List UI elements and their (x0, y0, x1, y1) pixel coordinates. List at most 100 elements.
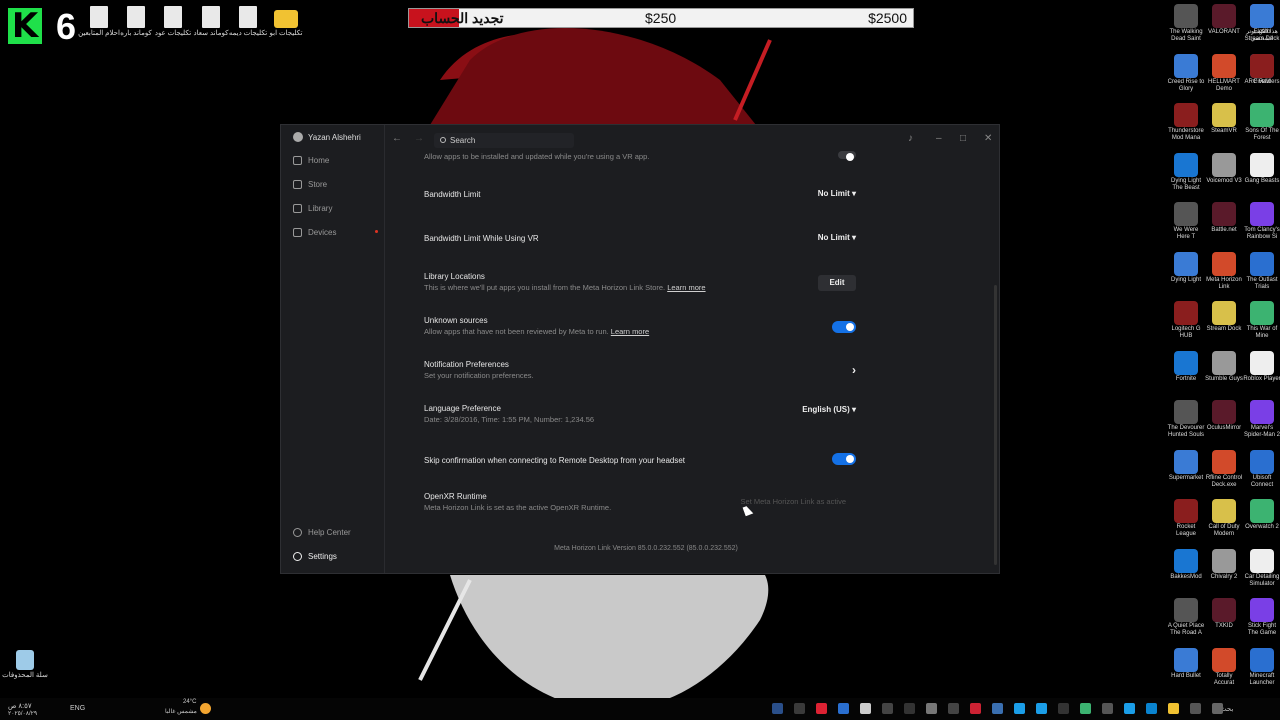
language-indicator[interactable]: ENG (70, 705, 85, 712)
desktop-shortcut[interactable]: VALORANT (1205, 4, 1243, 36)
sidebar-item-settings[interactable]: Settings (293, 549, 337, 563)
taskbar-app-icon[interactable] (882, 703, 893, 714)
sidebar-item-library[interactable]: Library (293, 201, 332, 215)
taskbar-app-icon[interactable] (1102, 703, 1113, 714)
library-icon (293, 203, 302, 213)
minimize-icon[interactable]: – (936, 133, 942, 145)
back-arrow-icon[interactable]: ← (392, 133, 402, 145)
weather-temp[interactable]: 24°C (183, 699, 196, 705)
taskbar-app-icon[interactable] (838, 703, 849, 714)
taskbar-app-icon[interactable] (1168, 703, 1179, 714)
desktop-shortcut[interactable]: Gang Beasts (1243, 152, 1280, 185)
taskbar-app-icon[interactable] (1190, 703, 1201, 714)
desktop-shortcut[interactable]: Meta Horizon Link (1205, 251, 1243, 291)
desktop-shortcut[interactable]: TXKID (1205, 598, 1243, 630)
learn-more-link[interactable]: Learn more (611, 327, 649, 336)
desktop-shortcut[interactable]: BakkesMod (1167, 548, 1205, 581)
unknown-sources-toggle[interactable] (832, 321, 856, 333)
sidebar-item-label: Devices (308, 227, 337, 237)
desktop-shortcut[interactable]: Creed Rise to Glory (1167, 53, 1205, 93)
recycle-bin[interactable]: سلة المحذوفات (2, 650, 48, 680)
desktop-shortcut[interactable]: Stick Fight The Game (1243, 598, 1280, 637)
desktop-shortcut-label: We Were Here T (1173, 227, 1199, 240)
scrollbar[interactable] (994, 285, 997, 565)
desktop-shortcut[interactable]: Thunderstore Mod Mana (1167, 103, 1205, 142)
clock-date[interactable]: ٢٠٢٥/٠٨/٢٩ (8, 710, 37, 717)
forward-arrow-icon[interactable]: → (414, 133, 424, 145)
clock-time[interactable]: ٨:٥٧ ص (8, 702, 32, 710)
desktop-shortcut[interactable]: Sons Of The Forest (1243, 103, 1280, 142)
desktop-shortcut[interactable]: Chivalry 2 (1205, 548, 1243, 581)
desktop-shortcut[interactable]: The Outlast Trials (1243, 251, 1280, 291)
desktop-shortcut[interactable]: Fortnite (1167, 350, 1205, 383)
desktop-folder[interactable]: تكليجات ابو (263, 6, 309, 38)
desktop-shortcut[interactable]: Totally Accurat (1205, 647, 1243, 687)
taskbar-app-icon[interactable] (926, 703, 937, 714)
desktop-shortcut[interactable]: Marvel's Spider-Man 2 (1243, 400, 1280, 439)
app-icon (1174, 152, 1198, 177)
taskbar-app-icon[interactable] (1146, 703, 1157, 714)
taskbar-app-icon[interactable] (794, 703, 805, 714)
desktop-shortcut[interactable]: FiveM (1243, 53, 1280, 86)
learn-more-link[interactable]: Learn more (667, 283, 705, 292)
taskbar-app-icon[interactable] (772, 703, 783, 714)
desktop-shortcut[interactable]: Voicemod V3 (1205, 152, 1243, 185)
desktop-shortcut[interactable]: Minecraft Launcher (1243, 647, 1280, 687)
desktop-shortcut[interactable]: Stream Dock (1205, 301, 1243, 333)
desktop-shortcut[interactable]: Dying Light The Beast (1167, 152, 1205, 192)
desktop-shortcut[interactable]: Supermarket (1167, 449, 1205, 482)
desktop-shortcut[interactable]: Hard Bullet (1167, 647, 1205, 680)
set-active-runtime-button[interactable]: Set Meta Horizon Link as active (741, 497, 846, 506)
taskbar-app-icon[interactable] (1124, 703, 1135, 714)
sidebar-item-devices[interactable]: Devices (293, 225, 336, 239)
profile[interactable]: Yazan Alshehri (293, 130, 361, 144)
auto-update-toggle[interactable] (838, 151, 856, 161)
close-icon[interactable]: ✕ (984, 133, 992, 145)
desktop-shortcut[interactable]: Rocket League (1167, 499, 1205, 538)
desktop-shortcut[interactable]: We Were Here T (1167, 202, 1205, 241)
desktop-shortcut[interactable]: Call of Duty Modern (1205, 499, 1243, 538)
taskbar-app-icon[interactable] (816, 703, 827, 714)
taskbar-app-icon[interactable] (1080, 703, 1091, 714)
desktop-shortcut[interactable]: The Walking Dead Saint (1167, 4, 1205, 43)
desktop-shortcut[interactable]: Roblox Player (1243, 350, 1280, 383)
search-input[interactable]: Search (434, 133, 574, 148)
row-notification-preferences[interactable]: Notification Preferences Set your notifi… (424, 359, 856, 382)
desktop-shortcut[interactable]: This War of Mine (1243, 301, 1280, 340)
bell-icon[interactable]: ♪ (908, 133, 913, 145)
language-dropdown[interactable]: English (US) ▾ (802, 405, 856, 414)
desktop-shortcut[interactable]: SteamVR (1205, 103, 1243, 135)
taskbar-app-icon[interactable] (948, 703, 959, 714)
help-center-link[interactable]: Help Center (293, 525, 351, 539)
desktop-shortcut[interactable]: هذا الكمبيوتر الشخصي (1243, 4, 1280, 43)
taskbar-app-icon[interactable] (1212, 703, 1223, 714)
desktop-shortcut[interactable]: Car Detailing Simulator (1243, 548, 1280, 588)
desktop-shortcut[interactable]: Overwatch 2 (1243, 499, 1280, 531)
desktop-shortcut[interactable]: A Quiet Place The Road A (1167, 598, 1205, 637)
taskbar-app-icon[interactable] (970, 703, 981, 714)
taskbar-app-icon[interactable] (1058, 703, 1069, 714)
taskbar-app-icon[interactable] (860, 703, 871, 714)
desktop-shortcut[interactable]: Dying Light (1167, 251, 1205, 284)
desktop-shortcut[interactable]: Ubisoft Connect (1243, 449, 1280, 489)
desktop-shortcut[interactable]: Logitech G HUB (1167, 301, 1205, 340)
taskbar-app-icon[interactable] (904, 703, 915, 714)
folder-icon (274, 10, 298, 28)
bandwidth-limit-vr-dropdown[interactable]: No Limit ▾ (818, 233, 856, 242)
skip-confirmation-toggle[interactable] (832, 453, 856, 465)
desktop-shortcut[interactable]: HELLMART Demo (1205, 53, 1243, 93)
desktop-shortcut[interactable]: Rfline Control Deck.exe (1205, 449, 1243, 489)
sidebar-item-store[interactable]: Store (293, 177, 327, 191)
desktop-shortcut[interactable]: Stumble Guys (1205, 350, 1243, 383)
taskbar-app-icon[interactable] (1014, 703, 1025, 714)
sidebar-item-home[interactable]: Home (293, 153, 329, 167)
desktop-shortcut[interactable]: OculusMirror (1205, 400, 1243, 432)
desktop-shortcut[interactable]: Tom Clancy's Rainbow Si (1243, 202, 1280, 241)
bandwidth-limit-dropdown[interactable]: No Limit ▾ (818, 189, 856, 198)
desktop-shortcut[interactable]: Battle.net (1205, 202, 1243, 234)
edit-button[interactable]: Edit (818, 275, 856, 291)
desktop-shortcut[interactable]: The Devourer Hunted Souls (1167, 400, 1205, 439)
taskbar-app-icon[interactable] (992, 703, 1003, 714)
taskbar-app-icon[interactable] (1036, 703, 1047, 714)
maximize-icon[interactable]: □ (960, 133, 966, 145)
